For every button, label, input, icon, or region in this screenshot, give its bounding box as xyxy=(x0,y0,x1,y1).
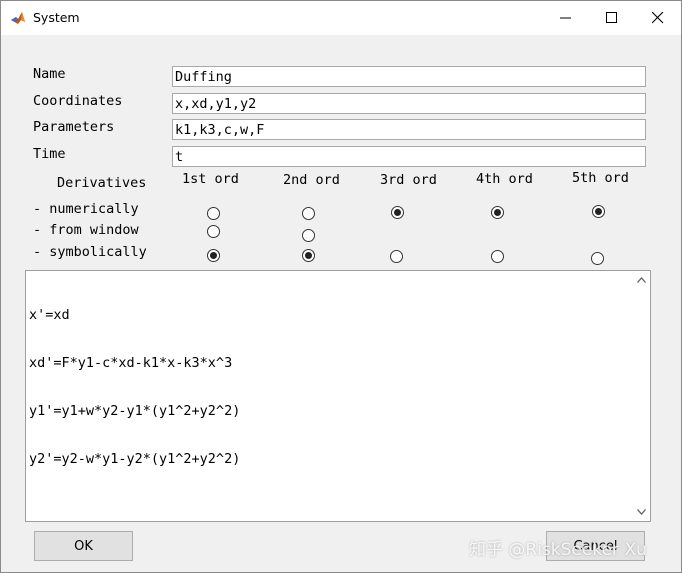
radio-symbolically-4th[interactable] xyxy=(491,250,504,263)
order-label-1st: 1st ord xyxy=(182,171,239,187)
vertical-scrollbar[interactable] xyxy=(633,271,650,521)
order-label-4th: 4th ord xyxy=(476,171,533,187)
time-field[interactable] xyxy=(172,146,646,167)
radio-numerically-1st[interactable] xyxy=(207,207,220,220)
equation-line: y2'=y2-w*y1-y2*(y1^2+y2^2) xyxy=(29,451,241,467)
order-label-3rd: 3rd ord xyxy=(380,172,437,188)
order-label-2nd: 2nd ord xyxy=(283,172,340,188)
ok-button[interactable]: OK xyxy=(34,531,133,561)
parameters-label: Parameters xyxy=(33,119,115,135)
radio-numerically-3rd[interactable] xyxy=(391,206,404,219)
window-title: System xyxy=(33,10,80,25)
radio-from-window-1st[interactable] xyxy=(207,225,220,238)
maximize-button[interactable] xyxy=(589,1,635,35)
equation-line: y1'=y1+w*y2-y1*(y1^2+y2^2) xyxy=(29,403,241,419)
order-label-5th: 5th ord xyxy=(572,170,629,186)
cancel-button[interactable]: Cancel xyxy=(546,531,645,561)
radio-numerically-5th[interactable] xyxy=(592,205,605,218)
from-window-label: - from window xyxy=(33,222,139,238)
radio-symbolically-1st[interactable] xyxy=(207,249,220,262)
close-button[interactable] xyxy=(635,1,681,35)
maximize-icon xyxy=(606,12,617,23)
close-icon xyxy=(652,12,664,24)
matlab-logo-icon xyxy=(11,12,25,24)
radio-from-window-2nd[interactable] xyxy=(302,229,315,242)
equation-line: x'=xd xyxy=(29,307,70,323)
name-label: Name xyxy=(33,66,66,82)
coordinates-field[interactable] xyxy=(172,93,646,114)
name-field[interactable] xyxy=(172,66,646,87)
equations-editor[interactable]: x'=xd xd'=F*y1-c*xd-k1*x-k3*x^3 y1'=y1+w… xyxy=(25,270,651,522)
minimize-icon xyxy=(560,17,571,19)
radio-numerically-4th[interactable] xyxy=(491,206,504,219)
minimize-button[interactable] xyxy=(543,1,589,35)
radio-symbolically-2nd[interactable] xyxy=(302,249,315,262)
scroll-down-arrow-icon[interactable] xyxy=(637,509,646,515)
coordinates-label: Coordinates xyxy=(33,93,123,109)
radio-symbolically-5th[interactable] xyxy=(591,252,604,265)
system-dialog: System Name Coordinates Parameters Time … xyxy=(0,0,682,573)
radio-numerically-2nd[interactable] xyxy=(302,207,315,220)
scroll-up-arrow-icon[interactable] xyxy=(637,277,646,283)
derivatives-label: Derivatives xyxy=(57,175,147,191)
symbolically-label: - symbolically xyxy=(33,244,147,260)
numerically-label: - numerically xyxy=(33,201,139,217)
parameters-field[interactable] xyxy=(172,119,646,140)
equations-text: x'=xd xd'=F*y1-c*xd-k1*x-k3*x^3 y1'=y1+w… xyxy=(29,275,240,499)
equation-line: xd'=F*y1-c*xd-k1*x-k3*x^3 xyxy=(29,355,233,371)
title-bar: System xyxy=(1,1,681,35)
time-label: Time xyxy=(33,146,66,162)
radio-symbolically-3rd[interactable] xyxy=(390,250,403,263)
